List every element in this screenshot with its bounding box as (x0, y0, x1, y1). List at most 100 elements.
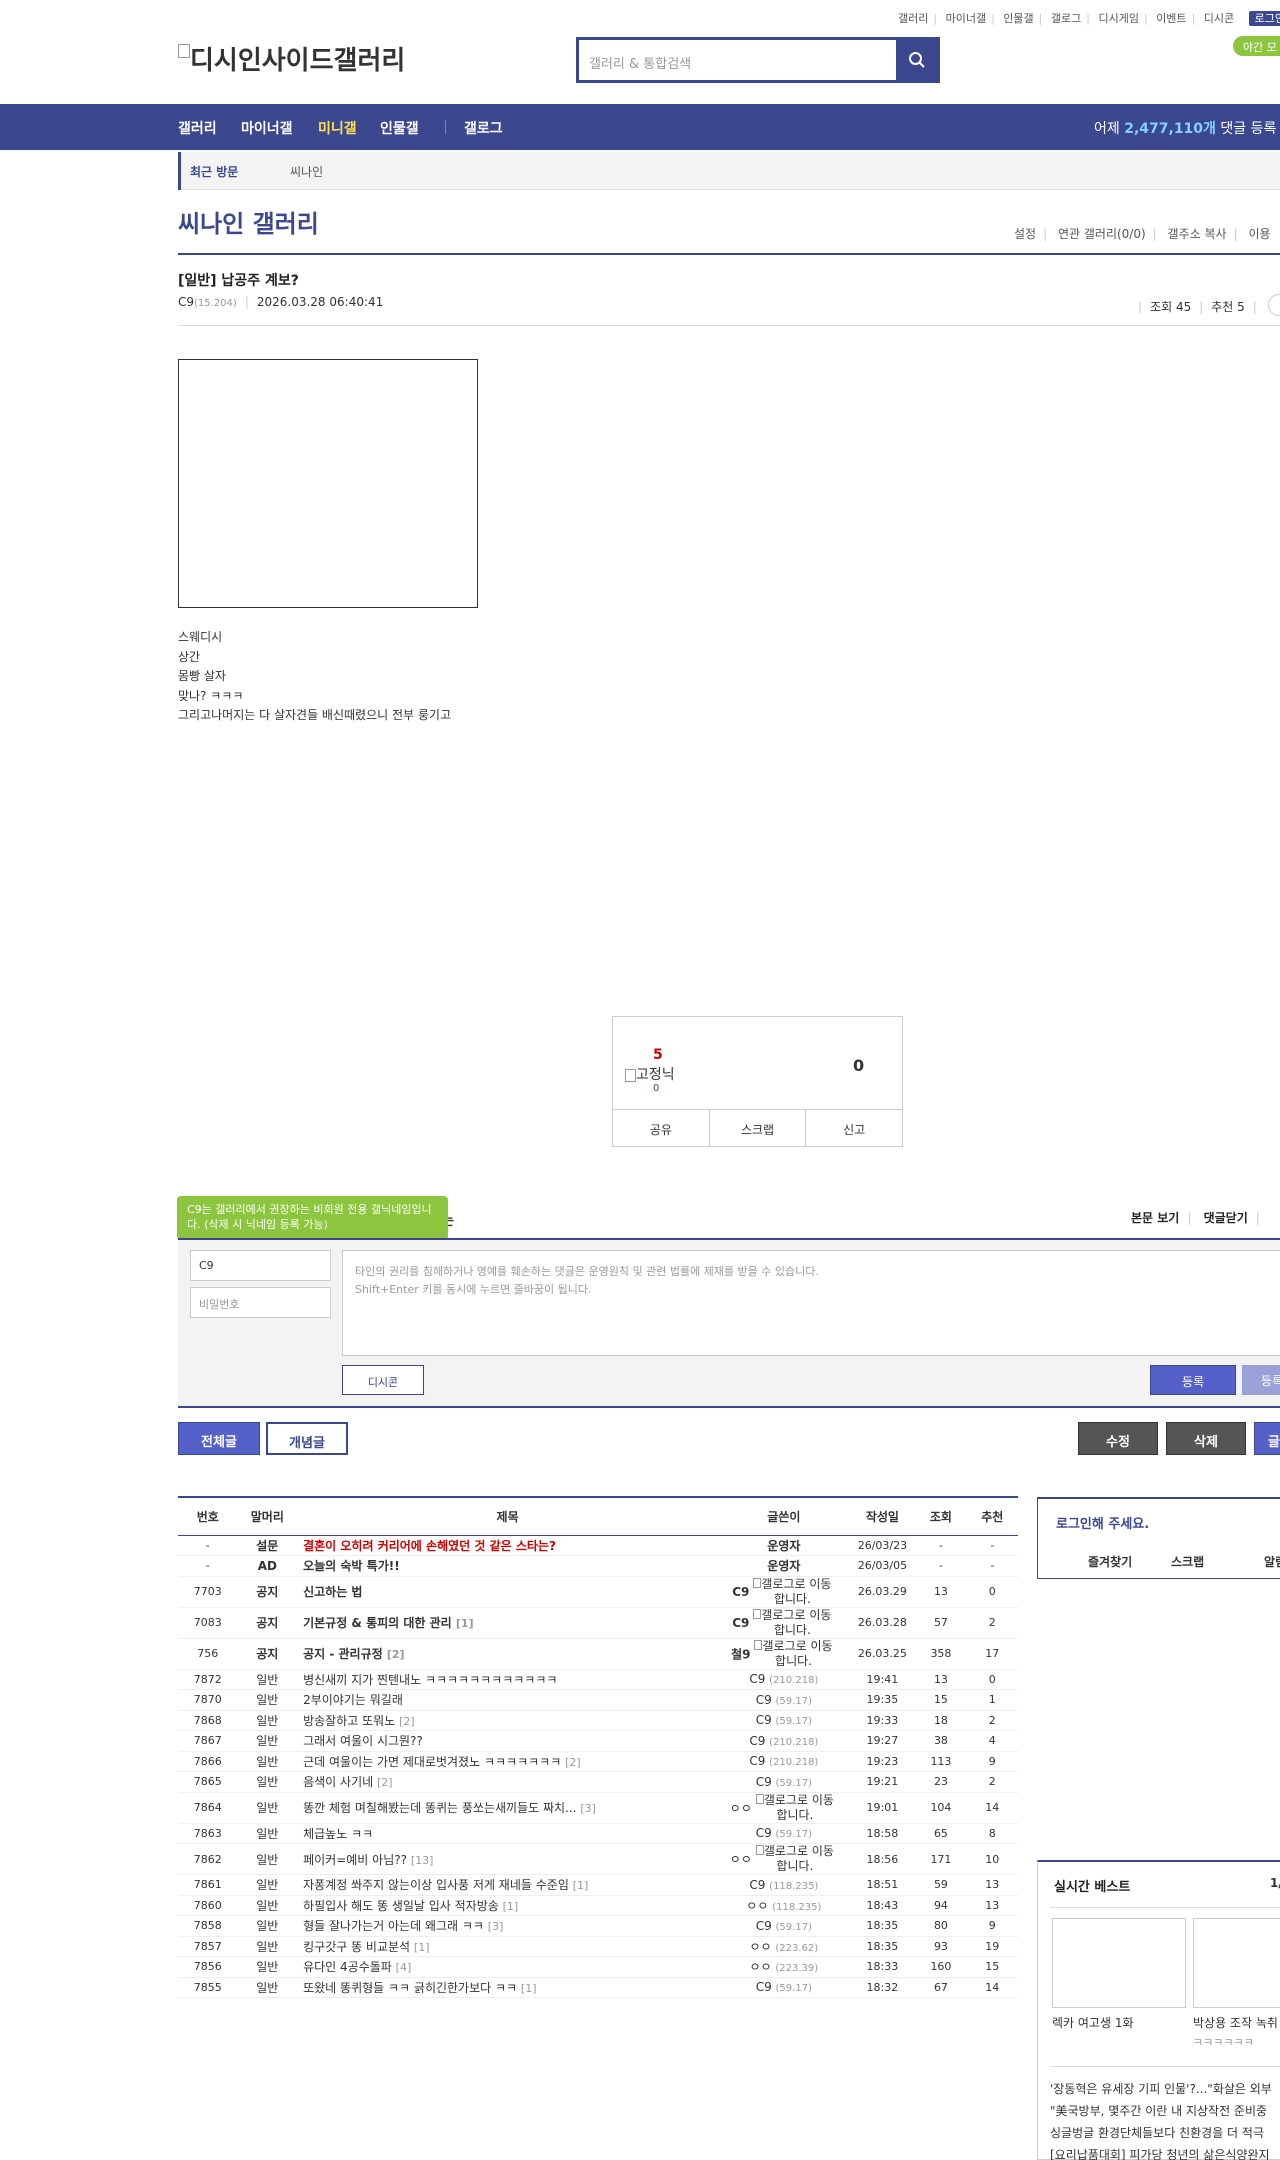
table-row[interactable]: 7872 일반 병신새끼 지가 찐텐내노 ㅋㅋㅋㅋㅋㅋㅋㅋㅋㅋㅋㅋ C9 (210.… (178, 1669, 1018, 1690)
cell-title[interactable]: 형들 잘나가는거 아는데 왜그래 ㅋㅋ [3] (297, 1915, 719, 1937)
util-link-event[interactable]: 이벤트 (1156, 12, 1186, 25)
util-link-minor[interactable]: 마이너갤 (946, 12, 986, 25)
post-title-link[interactable]: 체급높노 ㅋㅋ (303, 1827, 373, 1841)
post-title-link[interactable]: 오늘의 숙박 특가!! (303, 1559, 400, 1573)
writer-name[interactable]: C9 (749, 1878, 765, 1892)
post-title-link[interactable]: 결혼이 오히려 커리어에 손해였던 것 같은 스타는? (303, 1539, 556, 1553)
cell-title[interactable]: 방송잘하고 또뭐노 [2] (297, 1710, 719, 1731)
tab-all-posts[interactable]: 전체글 (178, 1422, 260, 1455)
cell-title[interactable]: 오늘의 숙박 특가!! (297, 1555, 719, 1577)
nav-minor[interactable]: 마이너갤 (241, 118, 293, 138)
best-thumb-caption[interactable]: 렉카 여고생 1화 (1052, 2014, 1134, 2031)
writer-name[interactable]: C9 (749, 1754, 765, 1768)
cell-title[interactable]: 병신새끼 지가 찐텐내노 ㅋㅋㅋㅋㅋㅋㅋㅋㅋㅋㅋㅋ (297, 1669, 719, 1690)
writer-name[interactable]: ㅇㅇ (730, 1853, 752, 1867)
best-thumbnail[interactable] (1193, 1918, 1280, 2008)
comment-count[interactable]: [13] (411, 1854, 434, 1867)
table-row[interactable]: - AD 오늘의 숙박 특가!! 운영자 26/03/05- - (178, 1555, 1018, 1577)
table-row[interactable]: 7865 일반 음색이 사기네 [2] C9 (59.17) 19:21 23 2 (178, 1771, 1018, 1793)
table-row[interactable]: 7083 공지 기본규정 & 통피의 대한 관리 [1] C9갤로그로 이동합니다. 2… (178, 1607, 1018, 1639)
comment-password-input[interactable]: 비밀번호 (190, 1287, 331, 1318)
scrap-button[interactable]: 스크랩 (710, 1110, 807, 1146)
comment-count[interactable]: [1] (456, 1617, 474, 1630)
comment-submit-button[interactable]: 등록 (1150, 1365, 1236, 1395)
close-comments-button[interactable]: 댓글닫기 (1204, 1211, 1248, 1225)
post-title-link[interactable]: 그래서 여울이 시그뭔?? (303, 1734, 423, 1748)
table-row[interactable]: 7861 일반 자퐁계정 쏴주지 않는이상 입사풍 저게 재네들 수준임 [1] C9… (178, 1874, 1018, 1896)
gallog-link[interactable]: 갤로그로 이동합니다. (752, 1844, 838, 1874)
view-body-button[interactable]: 본문 보기 (1131, 1211, 1179, 1225)
table-row[interactable]: 7857 일반 킹구갓구 똥 비교분석 [1] ㅇㅇ (223.62) 18:35 93 1… (178, 1936, 1018, 1957)
comment-textarea[interactable]: 타인의 권리를 침해하거나 명예를 훼손하는 댓글은 운영원칙 및 관련 법률에… (342, 1250, 1280, 1356)
best-thumbnail[interactable] (1052, 1918, 1186, 2008)
post-title-link[interactable]: 자퐁계정 쏴주지 않는이상 입사풍 저게 재네들 수준임 (303, 1878, 569, 1892)
util-link-gallery[interactable]: 갤러리 (898, 12, 928, 25)
writer-name[interactable]: 운영자 (767, 1559, 800, 1573)
writer-name[interactable]: C9 (756, 1826, 772, 1840)
post-title-link[interactable]: 기본규정 & 통피의 대한 관리 (303, 1616, 452, 1630)
cell-title[interactable]: 그래서 여울이 시그뭔?? (297, 1730, 719, 1752)
table-row[interactable]: 7863 일반 체급높노 ㅋㅋ C9 (59.17) 18:58 65 8 (178, 1823, 1018, 1844)
table-row[interactable]: 7867 일반 그래서 여울이 시그뭔?? C9 (210.218) 19:27 38 4 (178, 1730, 1018, 1752)
post-title-link[interactable]: 페이커=예비 아님?? (303, 1853, 407, 1867)
best-thumb-caption[interactable]: 박상용 조작 녹취 (1193, 2014, 1278, 2031)
cell-title[interactable]: 결혼이 오히려 커리어에 손해였던 것 같은 스타는? (297, 1535, 719, 1556)
comment-count[interactable]: [1] (521, 1982, 537, 1995)
nav-gallog[interactable]: 갤로그 (464, 118, 503, 138)
cell-title[interactable]: 기본규정 & 통피의 대한 관리 [1] (297, 1607, 719, 1639)
writer-name[interactable]: C9 (756, 1980, 772, 1994)
search-button[interactable] (896, 40, 937, 80)
gallog-link[interactable]: 갤로그로 이동합니다. (752, 1793, 838, 1823)
post-title-link[interactable]: 방송잘하고 또뭐노 (303, 1714, 395, 1728)
comment-count[interactable]: [2] (387, 1648, 405, 1661)
post-author[interactable]: C9 (178, 295, 194, 309)
post-title-link[interactable]: 병신새끼 지가 찐텐내노 ㅋㅋㅋㅋㅋㅋㅋㅋㅋㅋㅋㅋ (303, 1673, 557, 1687)
post-title-link[interactable]: 똥깐 체험 며칠해봤는데 똥퀴는 풍쏘는새끼들도 짜치... (303, 1801, 576, 1815)
writer-name[interactable]: C9 (732, 1585, 749, 1599)
comment-count[interactable]: [1] (573, 1879, 589, 1892)
post-title-link[interactable]: 근데 여울이는 가면 제대로벗겨졌노 ㅋㅋㅋㅋㅋㅋㅋ (303, 1755, 561, 1769)
writer-name[interactable]: ㅇㅇ (749, 1960, 771, 1974)
login-button[interactable]: 로그인 (1248, 11, 1280, 26)
post-title-link[interactable]: 또왔네 똥퀴형들 ㅋㅋ 긁히긴한가보다 ㅋㅋ (303, 1981, 517, 1995)
util-link-person[interactable]: 인물갤 (1003, 12, 1033, 25)
delete-button[interactable]: 삭제 (1166, 1422, 1246, 1455)
table-row[interactable]: 7870 일반 2부이야기는 뭐길래 C9 (59.17) 19:35 15 1 (178, 1689, 1018, 1711)
post-title-link[interactable]: 공지 - 관리규정 (303, 1647, 383, 1661)
writer-name[interactable]: C9 (749, 1672, 765, 1686)
table-row[interactable]: 756 공지 공지 - 관리규정 [2] 철9갤로그로 이동합니다. 26.03.25 3… (178, 1638, 1018, 1670)
table-row[interactable]: 7860 일반 하필입사 해도 똥 생일날 입사 적자방송 [1] ㅇㅇ (118.2… (178, 1895, 1018, 1916)
post-title-link[interactable]: 킹구갓구 똥 비교분석 (303, 1940, 410, 1954)
cell-title[interactable]: 2부이야기는 뭐길래 (297, 1689, 719, 1711)
cell-title[interactable]: 공지 - 관리규정 [2] (297, 1638, 719, 1670)
night-mode-toggle[interactable]: 야간 모 (1233, 36, 1280, 56)
cell-title[interactable]: 음색이 사기네 [2] (297, 1771, 719, 1793)
edit-button[interactable]: 수정 (1078, 1422, 1158, 1455)
cell-title[interactable]: 페이커=예비 아님?? [13] (297, 1843, 719, 1875)
comment-submit-register-button[interactable]: 등록 (1242, 1365, 1280, 1395)
write-button[interactable]: 글 (1254, 1422, 1280, 1455)
writer-name[interactable]: C9 (756, 1919, 772, 1933)
report-button[interactable]: 신고 (806, 1110, 902, 1146)
post-title-link[interactable]: 2부이야기는 뭐길래 (303, 1693, 403, 1707)
table-row[interactable]: 7868 일반 방송잘하고 또뭐노 [2] C9 (59.17) 19:33 18 2 (178, 1710, 1018, 1731)
cell-title[interactable]: 신고하는 법 (297, 1576, 719, 1608)
cell-title[interactable]: 자퐁계정 쏴주지 않는이상 입사풍 저게 재네들 수준임 [1] (297, 1874, 719, 1896)
cell-title[interactable]: 또왔네 똥퀴형들 ㅋㅋ 긁히긴한가보다 ㅋㅋ [1] (297, 1977, 719, 1998)
nav-person[interactable]: 인물갤 (380, 118, 419, 138)
post-title-link[interactable]: 유다인 4공수돌파 (303, 1960, 392, 1974)
post-more-button[interactable] (1268, 294, 1280, 316)
writer-name[interactable]: 운영자 (767, 1539, 800, 1553)
comment-count[interactable]: [2] (399, 1715, 415, 1728)
gallery-settings[interactable]: 설정 (1014, 227, 1036, 241)
gallog-link[interactable]: 갤로그로 이동합니다. (751, 1639, 837, 1669)
post-title-link[interactable]: 음색이 사기네 (303, 1775, 373, 1789)
tab-concept-posts[interactable]: 개념글 (266, 1422, 348, 1455)
best-list-item[interactable]: [요리납품대회] 피가당 청년의 삶은식양완지 (1050, 2144, 1280, 2160)
recommend-up-button[interactable]: 고정닉 (625, 1064, 675, 1084)
writer-name[interactable]: ㅇㅇ (730, 1801, 752, 1815)
nav-gallery[interactable]: 갤러리 (178, 118, 217, 138)
table-row[interactable]: 7703 공지 신고하는 법 C9 갤로그로 이동합니다. 26.03.29 13 0 (178, 1576, 1018, 1608)
search-input[interactable]: 갤러리 & 통합검색 (579, 40, 896, 80)
recent-label[interactable]: 최근 방문 (190, 163, 238, 180)
